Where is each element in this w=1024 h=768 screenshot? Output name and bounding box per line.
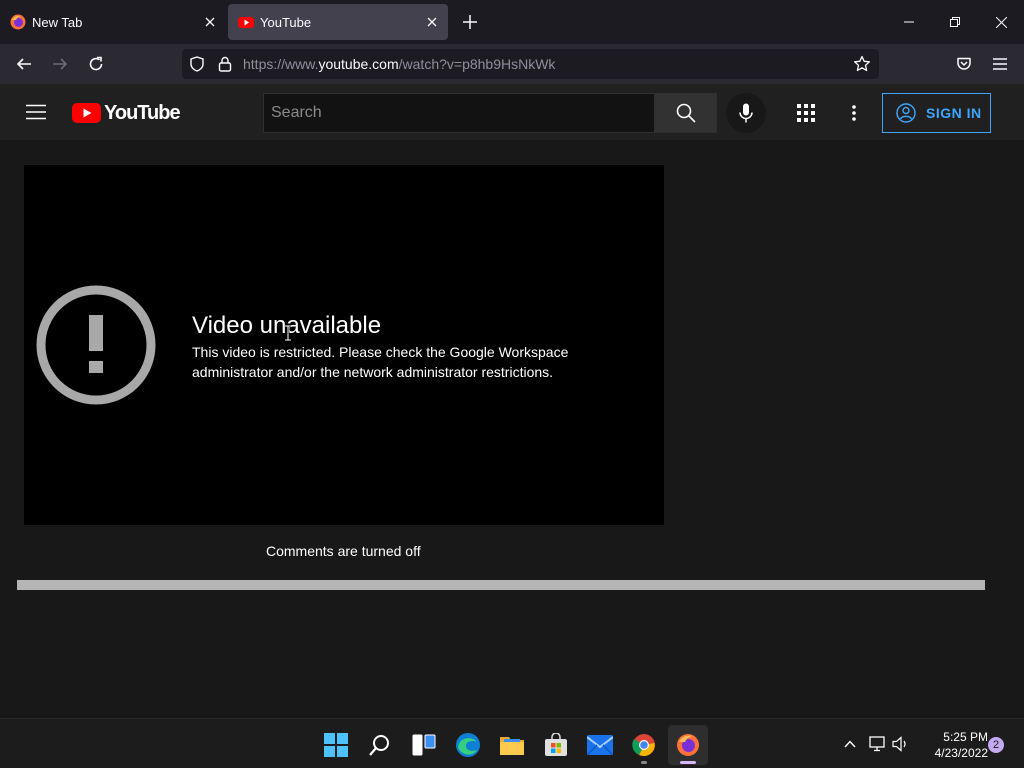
shield-icon[interactable] bbox=[189, 56, 205, 72]
close-icon bbox=[995, 16, 1007, 28]
running-indicator bbox=[680, 761, 696, 764]
firefox-icon bbox=[10, 14, 26, 30]
task-view-icon bbox=[412, 734, 436, 756]
account-circle-icon bbox=[896, 103, 916, 123]
tab-youtube[interactable]: YouTube bbox=[228, 4, 448, 40]
hamburger-menu-icon bbox=[26, 104, 46, 120]
forward-button[interactable] bbox=[46, 50, 74, 78]
microsoft-store-button[interactable] bbox=[536, 725, 576, 765]
edge-icon bbox=[456, 733, 480, 757]
url-prefix: https://www. bbox=[243, 56, 319, 72]
restore-button[interactable] bbox=[932, 0, 978, 44]
search-input[interactable] bbox=[263, 93, 655, 133]
taskbar-search-button[interactable] bbox=[360, 725, 400, 765]
new-tab-button[interactable] bbox=[458, 10, 482, 34]
horizontal-scrollbar[interactable] bbox=[17, 580, 985, 590]
restore-icon bbox=[950, 17, 960, 27]
close-tab-icon[interactable] bbox=[202, 14, 218, 30]
file-explorer-icon bbox=[500, 737, 524, 755]
hamburger-menu-icon bbox=[993, 58, 1007, 70]
plus-icon bbox=[463, 15, 477, 29]
reload-button[interactable] bbox=[82, 50, 110, 78]
more-vertical-icon bbox=[852, 105, 856, 121]
youtube-icon bbox=[238, 14, 254, 30]
file-explorer-button[interactable] bbox=[492, 725, 532, 765]
network-icon bbox=[869, 736, 885, 752]
comments-status: Comments are turned off bbox=[266, 543, 421, 559]
search-icon bbox=[369, 735, 389, 756]
speaker-icon bbox=[892, 736, 906, 752]
youtube-logo-text: YouTube bbox=[104, 101, 181, 124]
youtube-logo[interactable]: YouTube bbox=[72, 101, 181, 124]
tab-new-tab[interactable]: New Tab bbox=[0, 4, 226, 40]
network-status-button[interactable] bbox=[869, 735, 887, 753]
pocket-button[interactable] bbox=[950, 50, 978, 78]
reload-icon bbox=[89, 56, 103, 71]
running-indicator bbox=[641, 761, 647, 764]
start-button[interactable] bbox=[316, 725, 356, 765]
youtube-play-icon bbox=[72, 103, 101, 123]
video-player[interactable]: Video unavailable This video is restrict… bbox=[24, 165, 664, 525]
edge-button[interactable] bbox=[448, 725, 488, 765]
chrome-icon bbox=[632, 734, 655, 757]
bookmark-star-icon[interactable] bbox=[853, 55, 871, 73]
start-icon bbox=[324, 733, 348, 757]
text-cursor-icon bbox=[284, 325, 292, 341]
microphone-icon bbox=[739, 103, 753, 123]
pocket-icon bbox=[957, 57, 971, 70]
clock-date: 4/23/2022 bbox=[934, 746, 988, 760]
address-bar[interactable]: https://www.youtube.com/watch?v=p8hb9HsN… bbox=[182, 49, 879, 79]
minimize-button[interactable] bbox=[886, 0, 932, 44]
youtube-masthead: YouTube SIGN IN bbox=[0, 84, 1024, 140]
settings-menu-button[interactable] bbox=[834, 93, 874, 133]
back-button[interactable] bbox=[10, 50, 38, 78]
sign-in-button[interactable]: SIGN IN bbox=[882, 93, 991, 133]
task-view-button[interactable] bbox=[404, 725, 444, 765]
chrome-button[interactable] bbox=[624, 725, 664, 765]
tab-title: New Tab bbox=[32, 14, 83, 30]
search-icon bbox=[676, 103, 696, 123]
clock-time: 5:25 PM bbox=[943, 730, 988, 744]
url-path: /watch?v=p8hb9HsNkWk bbox=[398, 56, 556, 72]
browser-tab-strip: New Tab YouTube bbox=[0, 0, 1024, 44]
volume-button[interactable] bbox=[892, 735, 910, 753]
firefox-taskbar-button[interactable] bbox=[668, 725, 708, 765]
minimize-icon bbox=[904, 21, 914, 23]
firefox-icon bbox=[677, 734, 699, 756]
search-button[interactable] bbox=[655, 93, 717, 133]
system-clock[interactable]: 5:25 PM 4/23/2022 bbox=[918, 729, 988, 761]
url-domain: youtube.com bbox=[318, 56, 399, 72]
tab-title: YouTube bbox=[260, 14, 312, 30]
url-text[interactable]: https://www.youtube.com/watch?v=p8hb9HsN… bbox=[243, 56, 555, 72]
error-exclamation-icon bbox=[36, 285, 156, 405]
store-icon bbox=[545, 733, 567, 756]
windows-taskbar: 5:25 PM 4/23/2022 2 bbox=[0, 718, 1024, 768]
close-tab-icon[interactable] bbox=[424, 14, 440, 30]
notification-badge[interactable]: 2 bbox=[988, 737, 1004, 753]
chevron-up-icon bbox=[844, 740, 856, 748]
mail-icon bbox=[587, 735, 613, 755]
show-hidden-icons-button[interactable] bbox=[841, 735, 859, 753]
lock-icon[interactable] bbox=[218, 56, 232, 72]
youtube-apps-button[interactable] bbox=[786, 93, 826, 133]
browser-toolbar: https://www.youtube.com/watch?v=p8hb9HsN… bbox=[0, 44, 1024, 84]
guide-menu-button[interactable] bbox=[20, 96, 52, 128]
arrow-right-icon bbox=[53, 58, 68, 70]
sign-in-label: SIGN IN bbox=[926, 105, 982, 121]
apps-grid-icon bbox=[797, 104, 815, 122]
close-window-button[interactable] bbox=[978, 0, 1024, 44]
arrow-left-icon bbox=[16, 58, 31, 70]
voice-search-button[interactable] bbox=[726, 93, 766, 133]
youtube-page: YouTube SIGN IN Video unavailable This v… bbox=[0, 84, 1024, 718]
error-message: This video is restricted. Please check t… bbox=[192, 344, 569, 380]
app-menu-button[interactable] bbox=[986, 50, 1014, 78]
mail-button[interactable] bbox=[580, 725, 620, 765]
